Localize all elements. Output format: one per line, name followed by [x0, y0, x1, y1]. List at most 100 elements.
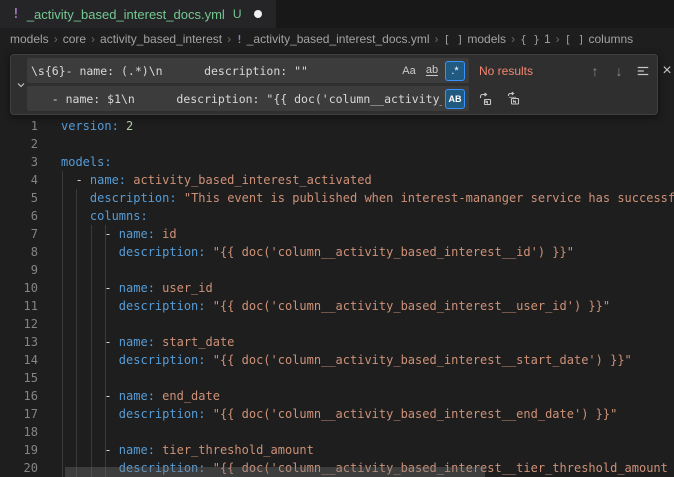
tab-filename: _activity_based_interest_docs.yml	[27, 7, 225, 22]
yaml-file-icon: !	[236, 33, 243, 46]
close-find-widget-button[interactable]: ×	[655, 60, 674, 82]
toggle-replace-chevron-icon[interactable]	[15, 58, 27, 111]
code-line[interactable]: 15	[0, 369, 674, 387]
code-line[interactable]: 13 - name: start_date	[0, 333, 674, 351]
unsaved-changes-indicator[interactable]	[254, 10, 262, 18]
code-line[interactable]: 9	[0, 261, 674, 279]
line-number[interactable]: 6	[0, 207, 38, 225]
code-line[interactable]: 1 version: 2	[0, 117, 674, 135]
code-area: 1version: 223models:4 - name: activity_b…	[0, 117, 674, 477]
find-input[interactable]: \s{6}- name: (.*)\n description: "" Aa a…	[27, 58, 469, 83]
line-number[interactable]: 1	[0, 117, 38, 135]
preserve-case-toggle[interactable]: AB	[445, 89, 465, 109]
code-line-content: - name: activity_based_interest_activate…	[61, 171, 372, 189]
find-results-count: No results	[479, 64, 583, 78]
find-in-selection-button[interactable]	[631, 60, 655, 82]
line-number[interactable]: 8	[0, 243, 38, 261]
git-untracked-badge: U	[233, 7, 242, 21]
whole-word-icon: ab	[426, 65, 438, 76]
chevron-right-icon: ›	[556, 32, 560, 46]
breadcrumb-item-file[interactable]: ! _activity_based_interest_docs.yml	[236, 32, 429, 46]
find-query-text: \s{6}- name: (.*)\n description: ""	[31, 64, 396, 78]
replace-all-button[interactable]	[501, 88, 525, 110]
breadcrumb-label: models	[10, 32, 49, 46]
indent-guide	[105, 225, 106, 477]
line-number[interactable]: 12	[0, 315, 38, 333]
chevron-right-icon: ›	[435, 32, 439, 46]
breadcrumb-label: core	[63, 32, 86, 46]
line-number[interactable]: 17	[0, 405, 38, 423]
code-line-content: - name: id	[61, 225, 177, 243]
code-line-content: - name: start_date	[61, 333, 234, 351]
line-number[interactable]: 16	[0, 387, 38, 405]
replace-input[interactable]: - name: $1\n description: "{{ doc('colum…	[27, 86, 469, 111]
line-number[interactable]: 13	[0, 333, 38, 351]
indent-guide	[91, 225, 92, 477]
breadcrumb-item-symbol-columns[interactable]: [ ] columns	[565, 32, 634, 46]
line-number[interactable]: 3	[0, 153, 38, 171]
code-line[interactable]: 2	[0, 135, 674, 153]
line-number[interactable]: 20	[0, 459, 38, 477]
code-line[interactable]: 4 - name: activity_based_interest_activa…	[0, 171, 674, 189]
chevron-right-icon: ›	[91, 32, 95, 46]
indent-guide	[62, 171, 63, 477]
code-line[interactable]: 10 - name: user_id	[0, 279, 674, 297]
symbol-array-icon: [ ]	[565, 33, 585, 46]
line-number[interactable]: 10	[0, 279, 38, 297]
code-line-content: version: 2	[61, 117, 133, 135]
code-line[interactable]: 14 description: "{{ doc('column__activit…	[0, 351, 674, 369]
replace-button[interactable]	[473, 88, 497, 110]
breadcrumb-label: 1	[544, 32, 551, 46]
code-line-content: description: "{{ doc('column__activity_b…	[61, 297, 610, 315]
line-number[interactable]: 15	[0, 369, 38, 387]
tab-bar: ! _activity_based_interest_docs.yml U	[0, 0, 674, 28]
code-line[interactable]: 7 - name: id	[0, 225, 674, 243]
breadcrumb-item-activity-based-interest[interactable]: activity_based_interest	[100, 32, 222, 46]
code-line[interactable]: 11 description: "{{ doc('column__activit…	[0, 297, 674, 315]
line-number[interactable]: 19	[0, 441, 38, 459]
chevron-right-icon: ›	[511, 32, 515, 46]
breadcrumb: models › core › activity_based_interest …	[0, 28, 674, 50]
code-line[interactable]: 18	[0, 423, 674, 441]
chevron-right-icon: ›	[54, 32, 58, 46]
line-number[interactable]: 5	[0, 189, 38, 207]
line-number[interactable]: 4	[0, 171, 38, 189]
vscode-window: ! _activity_based_interest_docs.yml U mo…	[0, 0, 674, 477]
horizontal-scrollbar-thumb[interactable]	[65, 467, 485, 477]
code-line-content: description: "{{ doc('column__activity_b…	[61, 351, 632, 369]
code-line[interactable]: 6 columns:	[0, 207, 674, 225]
code-line[interactable]: 3 models:	[0, 153, 674, 171]
replace-row: - name: $1\n description: "{{ doc('colum…	[27, 86, 674, 111]
code-line[interactable]: 16 - name: end_date	[0, 387, 674, 405]
previous-match-button[interactable]: ↑	[583, 60, 607, 82]
line-number[interactable]: 14	[0, 351, 38, 369]
breadcrumb-item-symbol-1[interactable]: { } 1	[520, 32, 551, 46]
whole-word-toggle[interactable]: ab	[422, 61, 442, 81]
breadcrumb-label: models	[467, 32, 506, 46]
breadcrumb-item-models[interactable]: models	[10, 32, 49, 46]
code-line[interactable]: 19 - name: tier_threshold_amount	[0, 441, 674, 459]
code-line-content: - name: tier_threshold_amount	[61, 441, 314, 459]
breadcrumb-label: _activity_based_interest_docs.yml	[247, 32, 430, 46]
code-line[interactable]: 8 description: "{{ doc('column__activity…	[0, 243, 674, 261]
code-line-content: models:	[61, 153, 112, 171]
code-line[interactable]: 17 description: "{{ doc('column__activit…	[0, 405, 674, 423]
line-number[interactable]: 9	[0, 261, 38, 279]
code-line-content: columns:	[61, 207, 148, 225]
next-match-button[interactable]: ↓	[607, 60, 631, 82]
breadcrumb-item-core[interactable]: core	[63, 32, 86, 46]
code-line[interactable]: 5 description: "This event is published …	[0, 189, 674, 207]
line-number[interactable]: 11	[0, 297, 38, 315]
code-line[interactable]: 12	[0, 315, 674, 333]
code-line-content: description: "This event is published wh…	[61, 189, 674, 207]
line-number[interactable]: 7	[0, 225, 38, 243]
indent-guide	[76, 189, 77, 477]
code-line-content: - name: end_date	[61, 387, 220, 405]
breadcrumb-item-symbol-models[interactable]: [ ] models	[444, 32, 507, 46]
symbol-array-icon: [ ]	[444, 33, 464, 46]
line-number[interactable]: 18	[0, 423, 38, 441]
regex-toggle[interactable]: .*	[445, 61, 465, 81]
tab-activity-based-interest-docs[interactable]: ! _activity_based_interest_docs.yml U	[0, 0, 276, 28]
match-case-toggle[interactable]: Aa	[399, 61, 419, 81]
line-number[interactable]: 2	[0, 135, 38, 153]
